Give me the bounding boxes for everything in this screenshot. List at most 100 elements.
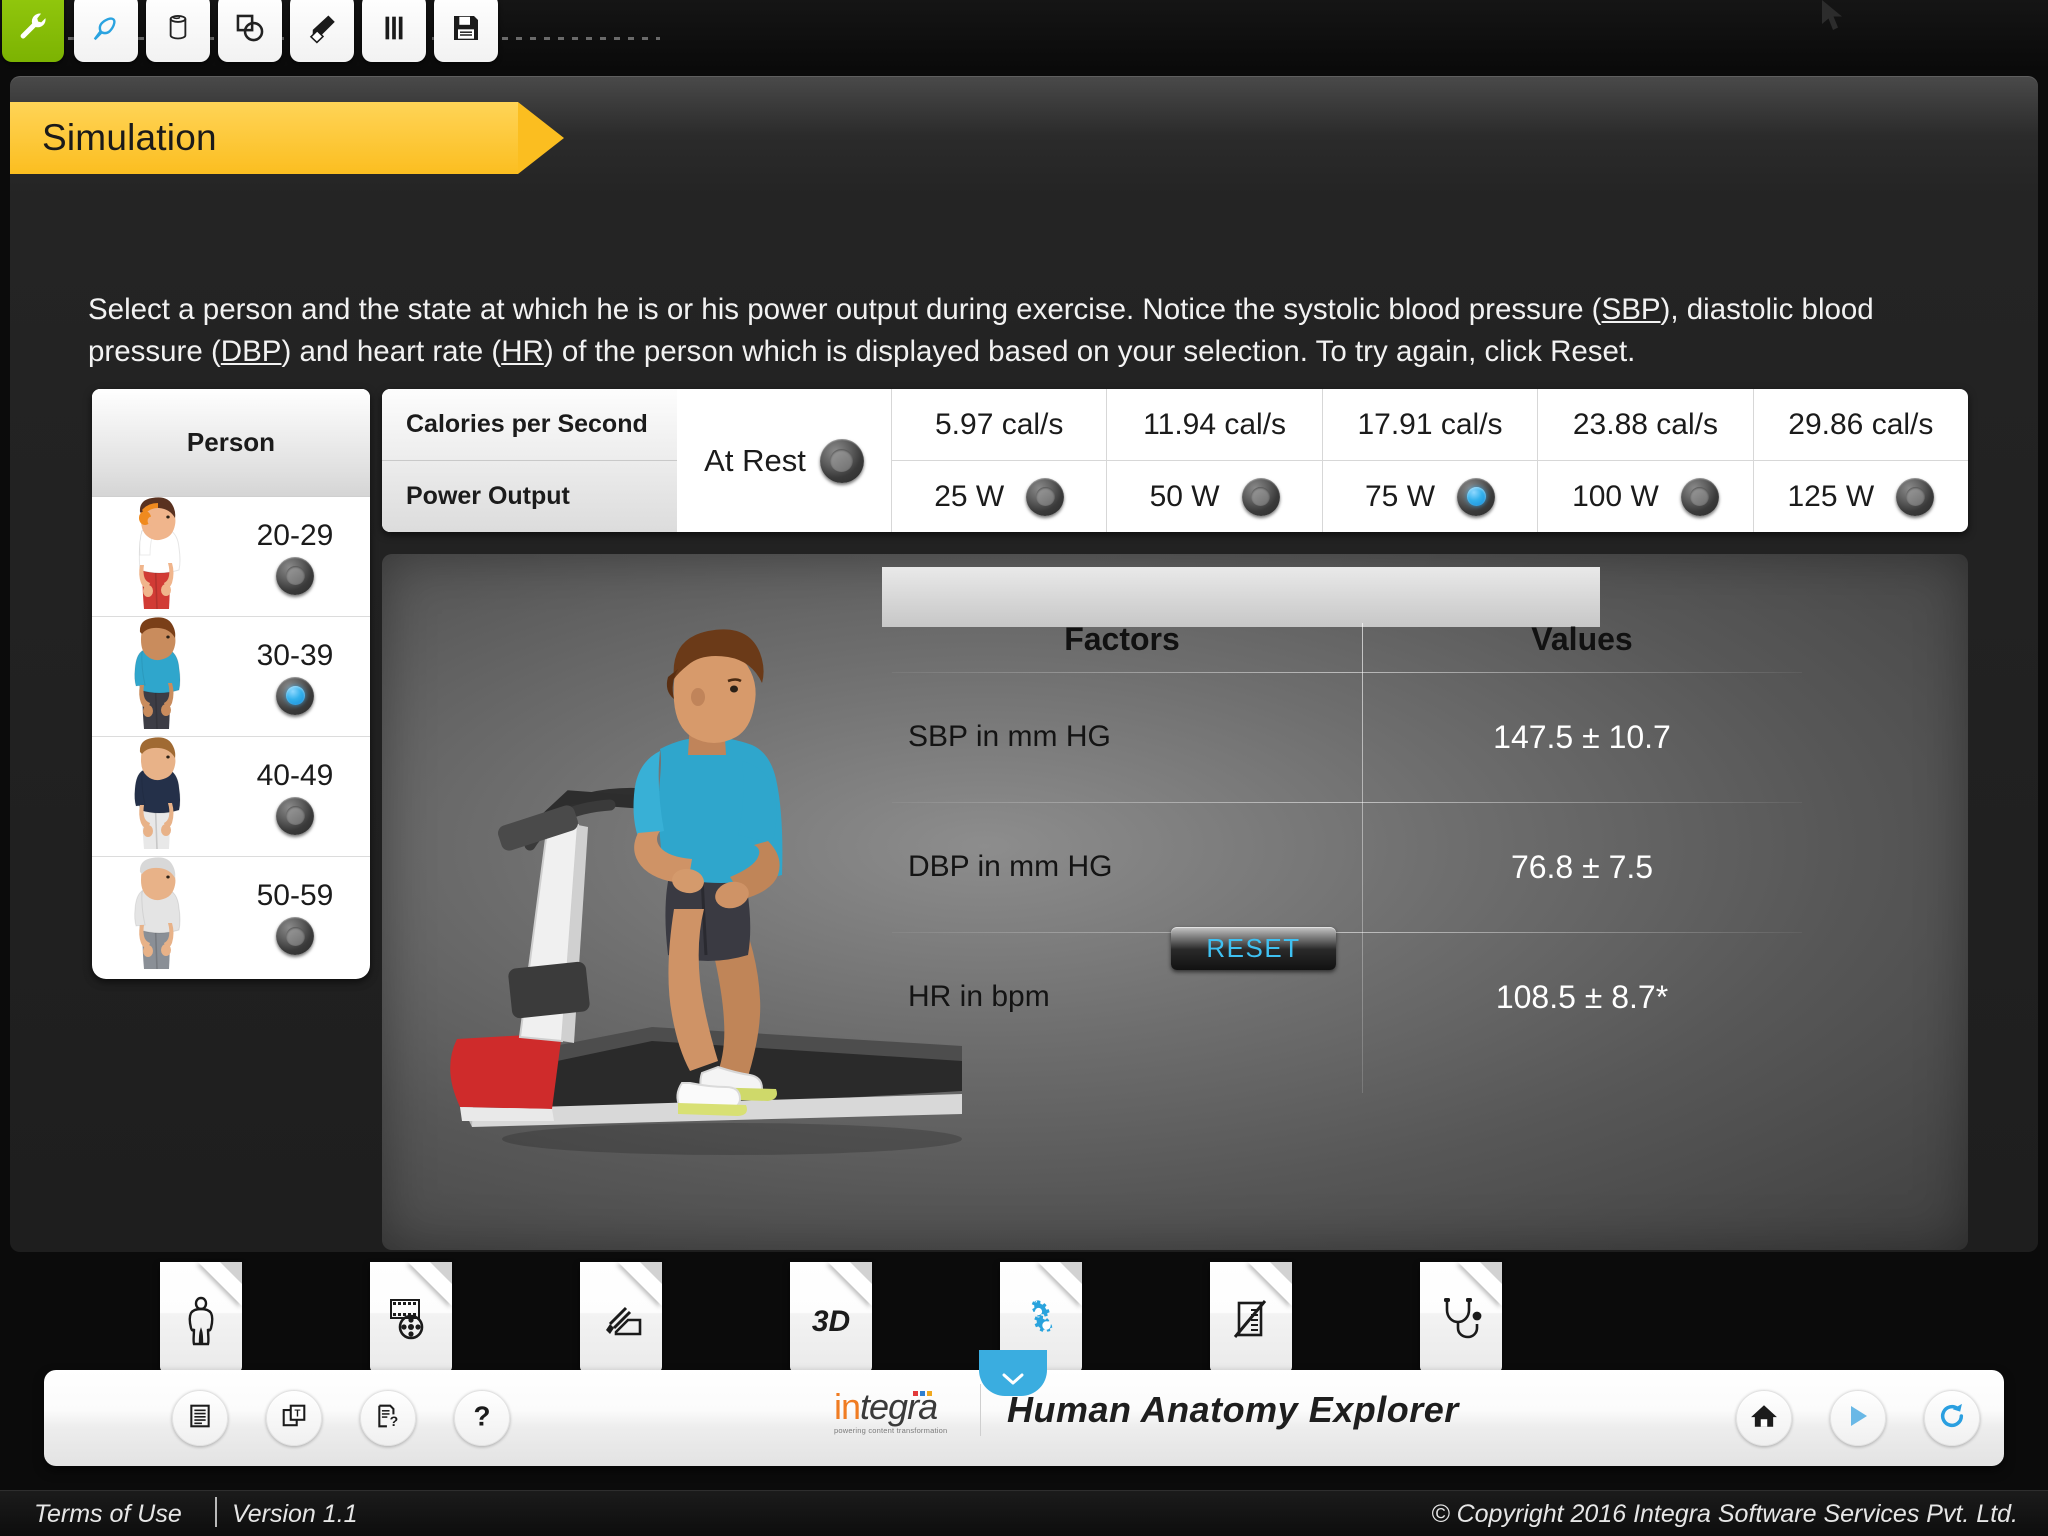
power-radio[interactable] (1026, 477, 1065, 516)
label-power-output: Power Output (406, 482, 570, 510)
intro-part-4: ) of the person which is displayed based… (543, 335, 1636, 368)
section-ribbon: Simulation (10, 102, 598, 174)
person-age-label: 50-59 (256, 879, 334, 912)
legal-divider (215, 1497, 217, 1527)
logo-dots (913, 1390, 932, 1396)
columns-icon (377, 11, 411, 45)
power-label: 75 W (1365, 479, 1436, 513)
tool-wrench[interactable] (2, 0, 64, 62)
person-radio-50-59[interactable] (276, 917, 314, 955)
app-title: Human Anatomy Explorer (1007, 1389, 1459, 1430)
tool-pen[interactable] (74, 0, 138, 62)
at-rest-option[interactable]: At Rest (677, 389, 892, 532)
power-option[interactable]: 50 W (1107, 461, 1321, 532)
at-rest-label: At Rest (704, 442, 806, 478)
result-factor: DBP in mm HG (908, 850, 1113, 883)
replay-button[interactable] (1924, 1390, 1980, 1446)
power-radio[interactable] (1241, 477, 1280, 516)
pencil-note-icon (598, 1298, 644, 1347)
home-button[interactable] (1736, 1390, 1792, 1446)
shapes-icon (233, 11, 267, 45)
power-radio[interactable] (1457, 477, 1496, 516)
contents-button[interactable] (172, 1390, 228, 1446)
three-d-icon: 3D (811, 1305, 851, 1338)
power-label: 100 W (1572, 479, 1659, 513)
reset-button[interactable]: RESET (1171, 927, 1336, 970)
legal-bar: Terms of Use Version 1.1 © Copyright 201… (0, 1490, 2048, 1536)
tool-save[interactable] (434, 0, 498, 62)
stethoscope-icon (1437, 1297, 1485, 1348)
person-illustration-40-49 (92, 736, 220, 857)
person-illustration-50-59 (92, 857, 220, 977)
power-option[interactable]: 25 W (892, 461, 1106, 532)
document-help-icon: ? (375, 1403, 401, 1434)
version-label: Version 1.1 (232, 1500, 358, 1528)
copy-text-icon: T (281, 1403, 307, 1434)
intro-part-3: ) and heart rate ( (281, 335, 502, 368)
results-col-values: Values (1531, 621, 1633, 657)
question-mark-icon: ? (469, 1400, 495, 1436)
page-title: Simulation (42, 117, 217, 158)
person-radio-30-39[interactable] (276, 676, 314, 715)
power-option[interactable]: 125 W (1754, 461, 1968, 532)
person-radio-20-29[interactable] (276, 556, 314, 595)
power-option[interactable]: 100 W (1538, 461, 1752, 532)
result-row: HR in bpm 108.5 ± 8.7* (882, 932, 1942, 1062)
abbr-hr: HR (501, 335, 544, 368)
power-radio[interactable] (1896, 477, 1935, 516)
calories-value: 29.86 cal/s (1753, 389, 1968, 461)
wrench-icon (16, 9, 50, 43)
person-option-40-49[interactable]: 40-49 (92, 736, 370, 857)
gears-icon (1018, 1298, 1064, 1347)
person-option-20-29[interactable]: 20-29 (92, 496, 370, 617)
tool-columns[interactable] (362, 0, 426, 62)
beaker-icon (161, 11, 195, 45)
play-button[interactable] (1830, 1390, 1886, 1446)
integra-tagline: powering content transformation (834, 1425, 948, 1435)
instruction-text: Select a person and the state at which h… (88, 289, 1968, 373)
calories-value: 11.94 cal/s (1107, 389, 1322, 461)
quiz-help-button[interactable]: ? (360, 1390, 416, 1446)
film-reel-icon (387, 1297, 435, 1348)
power-option[interactable]: 75 W (1323, 461, 1537, 532)
svg-text:?: ? (473, 1401, 490, 1431)
text-document-icon (187, 1403, 213, 1434)
tool-beaker[interactable] (146, 0, 210, 62)
doc-tab-quiz[interactable] (1210, 1262, 1292, 1372)
svg-text:T: T (294, 1408, 300, 1419)
mouse-cursor (1820, 0, 1850, 39)
power-column-50W: 11.94 cal/s 50 W (1107, 389, 1323, 532)
help-button[interactable]: ? (454, 1390, 510, 1446)
content-panel: Simulation Select a person and the state… (10, 76, 2038, 1252)
person-selector: Person 20-29 30-39 40-49 50-59 (92, 389, 370, 979)
doc-tab-3d[interactable]: 3D (790, 1262, 872, 1372)
integra-logo: integra powering content transformation (834, 1386, 954, 1435)
tool-shapes[interactable] (218, 0, 282, 62)
terms-of-use-link[interactable]: Terms of Use (34, 1500, 182, 1529)
copyright-label: © Copyright 2016 Integra Software Servic… (1431, 1500, 2018, 1528)
document-pen-icon (1229, 1297, 1273, 1348)
person-figure (134, 857, 181, 970)
at-rest-radio[interactable] (819, 438, 864, 483)
person-option-50-59[interactable]: 50-59 (92, 857, 370, 977)
results-table: Factors Values SBP in mm HG 147.5 ± 10.7… (882, 567, 1942, 1127)
person-age-label: 40-49 (256, 758, 334, 792)
doc-tab-body[interactable] (160, 1262, 242, 1372)
treadmill-illustration (450, 629, 962, 1155)
person-radio-40-49[interactable] (276, 796, 314, 835)
doc-tab-notes[interactable] (580, 1262, 662, 1372)
person-figure (134, 736, 181, 849)
tool-eraser[interactable] (290, 0, 354, 62)
doc-tab-clinical[interactable] (1420, 1262, 1502, 1372)
person-option-30-39[interactable]: 30-39 (92, 616, 370, 737)
person-figure (134, 616, 181, 729)
person-illustration-30-39 (92, 616, 220, 737)
person-illustration-20-29 (92, 496, 220, 617)
glossary-button[interactable]: T (266, 1390, 322, 1446)
abbr-sbp: SBP (1601, 293, 1661, 326)
power-radio[interactable] (1680, 477, 1719, 516)
power-label: 50 W (1149, 479, 1220, 513)
doc-tab-animation[interactable] (370, 1262, 452, 1372)
results-col-factors: Factors (1064, 621, 1180, 657)
power-column-125W: 29.86 cal/s 125 W (1753, 389, 1968, 532)
